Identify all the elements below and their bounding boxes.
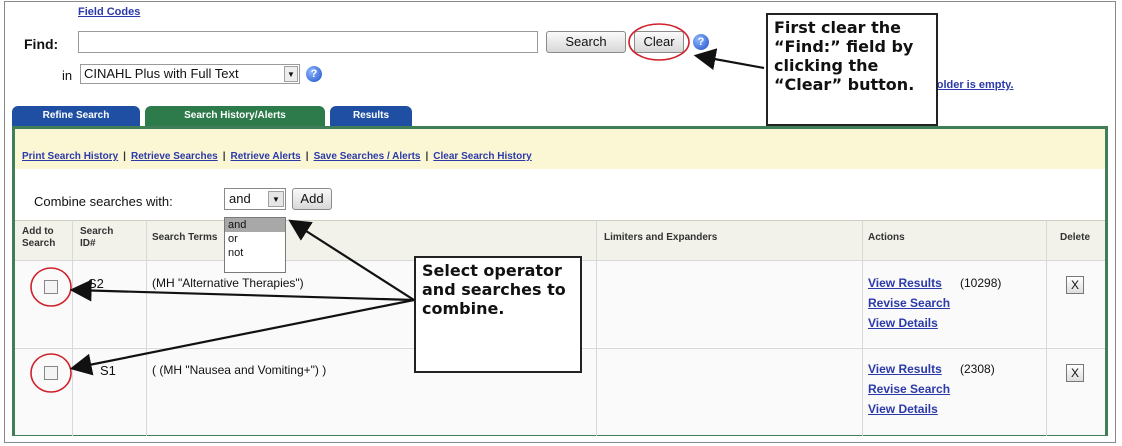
tab-refine-search[interactable]: Refine Search: [12, 106, 140, 126]
operator-select-value: and: [229, 191, 251, 206]
operator-option-not[interactable]: not: [225, 246, 285, 260]
help-icon[interactable]: ?: [306, 66, 322, 82]
header-search-id: Search ID#: [80, 226, 114, 249]
retrieve-alerts-link[interactable]: Retrieve Alerts: [231, 151, 301, 162]
combine-label: Combine searches with:: [34, 194, 173, 209]
result-count: (10298): [960, 276, 1002, 290]
view-results-link[interactable]: View Results: [868, 362, 942, 376]
find-label: Find:: [24, 36, 59, 52]
tab-search-history[interactable]: Search History/Alerts: [145, 106, 325, 126]
result-count: (2308): [960, 362, 995, 376]
database-select-value: CINAHL Plus with Full Text: [84, 66, 239, 81]
chevron-down-icon: ▼: [284, 66, 298, 82]
checkbox-icon[interactable]: [44, 366, 58, 380]
retrieve-searches-link[interactable]: Retrieve Searches: [131, 151, 218, 162]
revise-search-link[interactable]: Revise Search: [868, 296, 950, 310]
tab-results[interactable]: Results: [330, 106, 412, 126]
print-search-history-link[interactable]: Print Search History: [22, 151, 118, 162]
view-results-link[interactable]: View Results: [868, 276, 942, 290]
search-id: S1: [100, 363, 116, 378]
header-limiters: Limiters and Expanders: [604, 232, 718, 243]
header-add-to-search: Add to Search: [22, 226, 56, 249]
operator-option-or[interactable]: or: [225, 232, 285, 246]
help-icon[interactable]: ?: [693, 34, 709, 50]
search-id: S2: [88, 276, 104, 291]
folder-status-link[interactable]: Folder is empty.: [930, 79, 1014, 91]
save-searches-link[interactable]: Save Searches / Alerts: [314, 151, 421, 162]
search-button[interactable]: Search: [546, 31, 626, 53]
column-divider: [862, 220, 863, 436]
checkbox-icon[interactable]: [44, 280, 58, 294]
clear-instruction-callout: First clear the “Find:” field by clickin…: [766, 13, 938, 126]
history-links: Print Search History | Retrieve Searches | R…: [22, 151, 532, 162]
clear-search-history-link[interactable]: Clear Search History: [433, 151, 531, 162]
close-icon[interactable]: X: [1066, 364, 1084, 382]
header-actions: Actions: [868, 232, 905, 243]
operator-dropdown-list: and or not: [224, 217, 286, 273]
history-link-bar: [15, 129, 1105, 169]
operator-option-and[interactable]: and: [225, 218, 285, 232]
column-divider: [596, 220, 597, 436]
add-button[interactable]: Add: [292, 188, 332, 210]
header-delete: Delete: [1060, 232, 1091, 243]
close-icon[interactable]: X: [1066, 276, 1084, 294]
search-terms: ( (MH "Nausea and Vomiting+") ): [152, 363, 327, 377]
in-label: in: [62, 68, 73, 83]
view-details-link[interactable]: View Details: [868, 316, 938, 330]
view-details-link[interactable]: View Details: [868, 402, 938, 416]
column-divider: [72, 220, 73, 436]
select-instruction-callout: Select operator and searches to combine.: [414, 256, 582, 373]
column-divider: [1046, 220, 1047, 436]
database-select[interactable]: CINAHL Plus with Full Text ▼: [80, 64, 300, 84]
column-divider: [146, 220, 147, 436]
chevron-down-icon: ▼: [268, 191, 284, 207]
clear-button[interactable]: Clear: [634, 31, 684, 53]
operator-select[interactable]: and ▼: [224, 188, 286, 210]
field-codes-link[interactable]: Field Codes: [78, 6, 140, 18]
revise-search-link[interactable]: Revise Search: [868, 382, 950, 396]
find-input[interactable]: [78, 31, 538, 53]
search-terms: (MH "Alternative Therapies"): [152, 276, 304, 290]
